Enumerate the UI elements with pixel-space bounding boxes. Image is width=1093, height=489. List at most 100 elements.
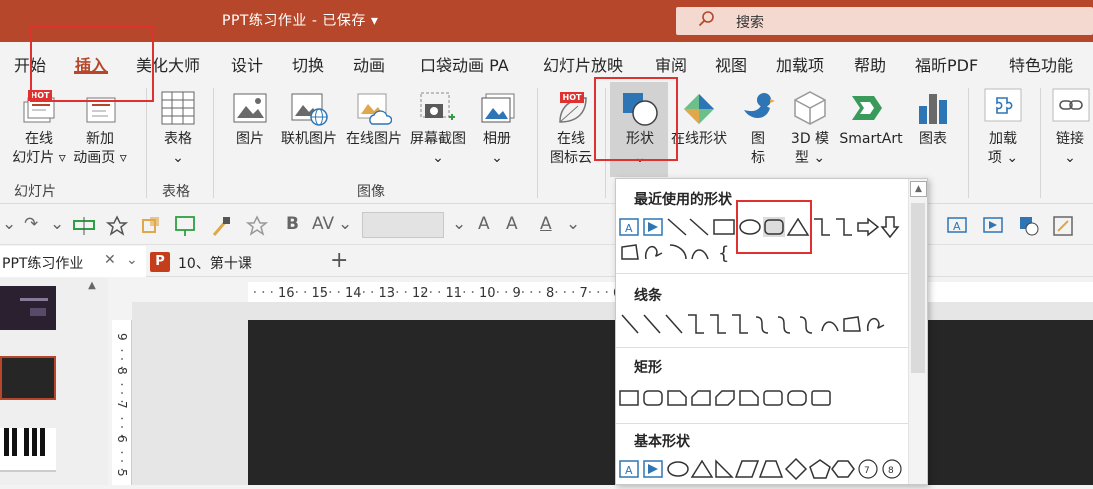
tab-view[interactable]: 视图 (715, 52, 747, 76)
dropdown-arrow-icon[interactable]: ⌄ (2, 214, 16, 234)
gallery-scrollbar[interactable]: ▲ (908, 179, 927, 484)
close-tab-icon[interactable]: ✕ (104, 252, 116, 268)
curve-shape[interactable] (821, 321, 839, 332)
tab-review[interactable]: 审阅 (655, 52, 687, 76)
add-tab-button[interactable]: + (330, 248, 348, 273)
triangle-shape[interactable] (690, 459, 714, 478)
arc-shape[interactable] (669, 244, 687, 260)
snip-same-side-rectangle-shape[interactable] (691, 390, 711, 406)
star-icon[interactable] (106, 215, 128, 237)
slide-thumbnail[interactable] (0, 428, 56, 472)
round-same-side-rectangle-shape[interactable] (763, 390, 783, 406)
diamond-shape[interactable] (784, 457, 808, 481)
vertical-text-shape[interactable] (643, 460, 663, 478)
elbow-arrow-connector-shape[interactable] (836, 218, 852, 236)
new-animation-label-2: 动画页 ▿ (73, 150, 127, 166)
trapezoid-shape[interactable] (758, 460, 784, 478)
shape-fill-icon[interactable] (140, 215, 162, 237)
decrease-font-button[interactable]: A (506, 214, 518, 234)
scribble-shape[interactable] (644, 245, 663, 260)
vertical-text-shape[interactable] (643, 218, 663, 236)
rectangle-shape[interactable] (619, 390, 639, 406)
effects-star-icon[interactable] (246, 215, 268, 237)
thumbnail-scrollbar[interactable]: ▲ (84, 280, 100, 485)
line-shape[interactable] (667, 218, 687, 236)
edit-shape-icon[interactable] (1052, 215, 1074, 237)
arrow-line-shape[interactable] (689, 218, 709, 236)
ruler-tick-label: 5 (115, 469, 129, 477)
font-size-input[interactable] (362, 212, 444, 238)
doc-tab-other[interactable]: 10、第十课 (148, 246, 320, 277)
dropdown-arrow-icon[interactable]: ⌄ (338, 214, 352, 234)
redo-icon[interactable]: ↷ (24, 214, 38, 234)
snip-corner-rectangle-shape[interactable] (667, 390, 687, 406)
snip-round-rectangle-shape[interactable] (739, 390, 759, 406)
format-painter-icon[interactable] (210, 215, 232, 237)
hexagon-shape[interactable] (831, 460, 855, 478)
tab-animations[interactable]: 动画 (353, 52, 385, 76)
scroll-up-icon[interactable]: ▲ (910, 181, 927, 197)
text-box-shape[interactable]: A (619, 460, 639, 478)
tab-special[interactable]: 特色功能 (1009, 52, 1073, 76)
elbow-connector-shape[interactable] (814, 218, 830, 236)
curved-double-arrow-connector-shape[interactable] (799, 316, 813, 334)
doc-tab-active[interactable]: PPT练习作业 ✕ ⌄ (0, 246, 146, 277)
slide-thumbnail-selected[interactable] (0, 356, 56, 400)
document-title[interactable]: PPT练习作业 - 已保存 ▾ (222, 10, 378, 30)
rectangle-shape[interactable] (713, 219, 735, 235)
freeform-shape[interactable] (843, 316, 861, 332)
font-color-button[interactable]: A (540, 214, 552, 234)
slide-thumbnail[interactable] (0, 286, 56, 330)
tab-addins[interactable]: 加载项 (776, 52, 824, 76)
round-diagonal-rectangle-shape[interactable] (787, 390, 807, 406)
elbow-double-arrow-connector-shape[interactable] (732, 314, 748, 334)
tab-transitions[interactable]: 切换 (292, 52, 324, 76)
tab-design[interactable]: 设计 (231, 52, 263, 76)
link-dropdown-arrow: ⌄ (1064, 150, 1076, 166)
tab-pocket-anim[interactable]: 口袋动画 PA (420, 52, 509, 76)
oval-shape[interactable] (667, 461, 689, 477)
octagon-shape[interactable]: 8 (882, 459, 902, 479)
chevron-down-icon[interactable]: ⌄ (126, 252, 138, 268)
freeform-shape[interactable] (621, 244, 639, 260)
right-arrow-shape[interactable] (857, 217, 880, 237)
tab-foxit-pdf[interactable]: 福昕PDF (915, 52, 978, 76)
tab-slideshow[interactable]: 幻灯片放映 (543, 52, 623, 76)
elbow-arrow-connector-shape[interactable] (710, 314, 726, 334)
arrow-line-shape[interactable] (643, 314, 661, 334)
present-icon[interactable] (174, 215, 196, 237)
scroll-up-icon[interactable]: ▲ (84, 280, 100, 296)
text-box-icon[interactable]: A (946, 215, 968, 235)
scrollbar-thumb[interactable] (911, 203, 925, 373)
curved-connector-shape[interactable] (755, 316, 769, 334)
rounded-rectangle-shape[interactable] (643, 390, 663, 406)
heptagon-shape[interactable]: 7 (858, 459, 878, 479)
dropdown-arrow-icon[interactable]: ⌄ (566, 214, 580, 234)
section-divider (616, 273, 910, 274)
shape-icon[interactable] (1018, 215, 1040, 237)
curve-shape[interactable] (691, 249, 709, 260)
left-brace-shape[interactable]: { (718, 243, 729, 264)
align-distribute-icon[interactable] (72, 217, 96, 235)
elbow-connector-shape[interactable] (688, 314, 704, 334)
snip-diagonal-rectangle-shape[interactable] (715, 390, 735, 406)
text-box-shape[interactable]: A (619, 218, 639, 236)
rectangle-variant-shape[interactable] (811, 390, 831, 406)
dropdown-arrow-icon[interactable]: ⌄ (50, 214, 64, 234)
vertical-text-icon[interactable] (982, 215, 1004, 235)
section-rectangles: 矩形 (634, 360, 662, 376)
dropdown-arrow-icon[interactable]: ⌄ (452, 214, 466, 234)
parallelogram-shape[interactable] (734, 460, 760, 478)
char-spacing-button[interactable]: AV (312, 214, 334, 234)
search-box[interactable]: 搜索 (676, 7, 1093, 35)
right-triangle-shape[interactable] (715, 459, 734, 478)
line-shape[interactable] (621, 314, 639, 334)
increase-font-button[interactable]: A (478, 214, 490, 234)
curved-arrow-connector-shape[interactable] (777, 316, 791, 334)
bold-button[interactable]: B (286, 214, 299, 234)
tab-help[interactable]: 帮助 (854, 52, 886, 76)
double-arrow-line-shape[interactable] (665, 314, 683, 334)
pentagon-shape[interactable] (809, 459, 831, 479)
down-arrow-shape[interactable] (880, 216, 900, 239)
scribble-shape[interactable] (866, 317, 885, 332)
